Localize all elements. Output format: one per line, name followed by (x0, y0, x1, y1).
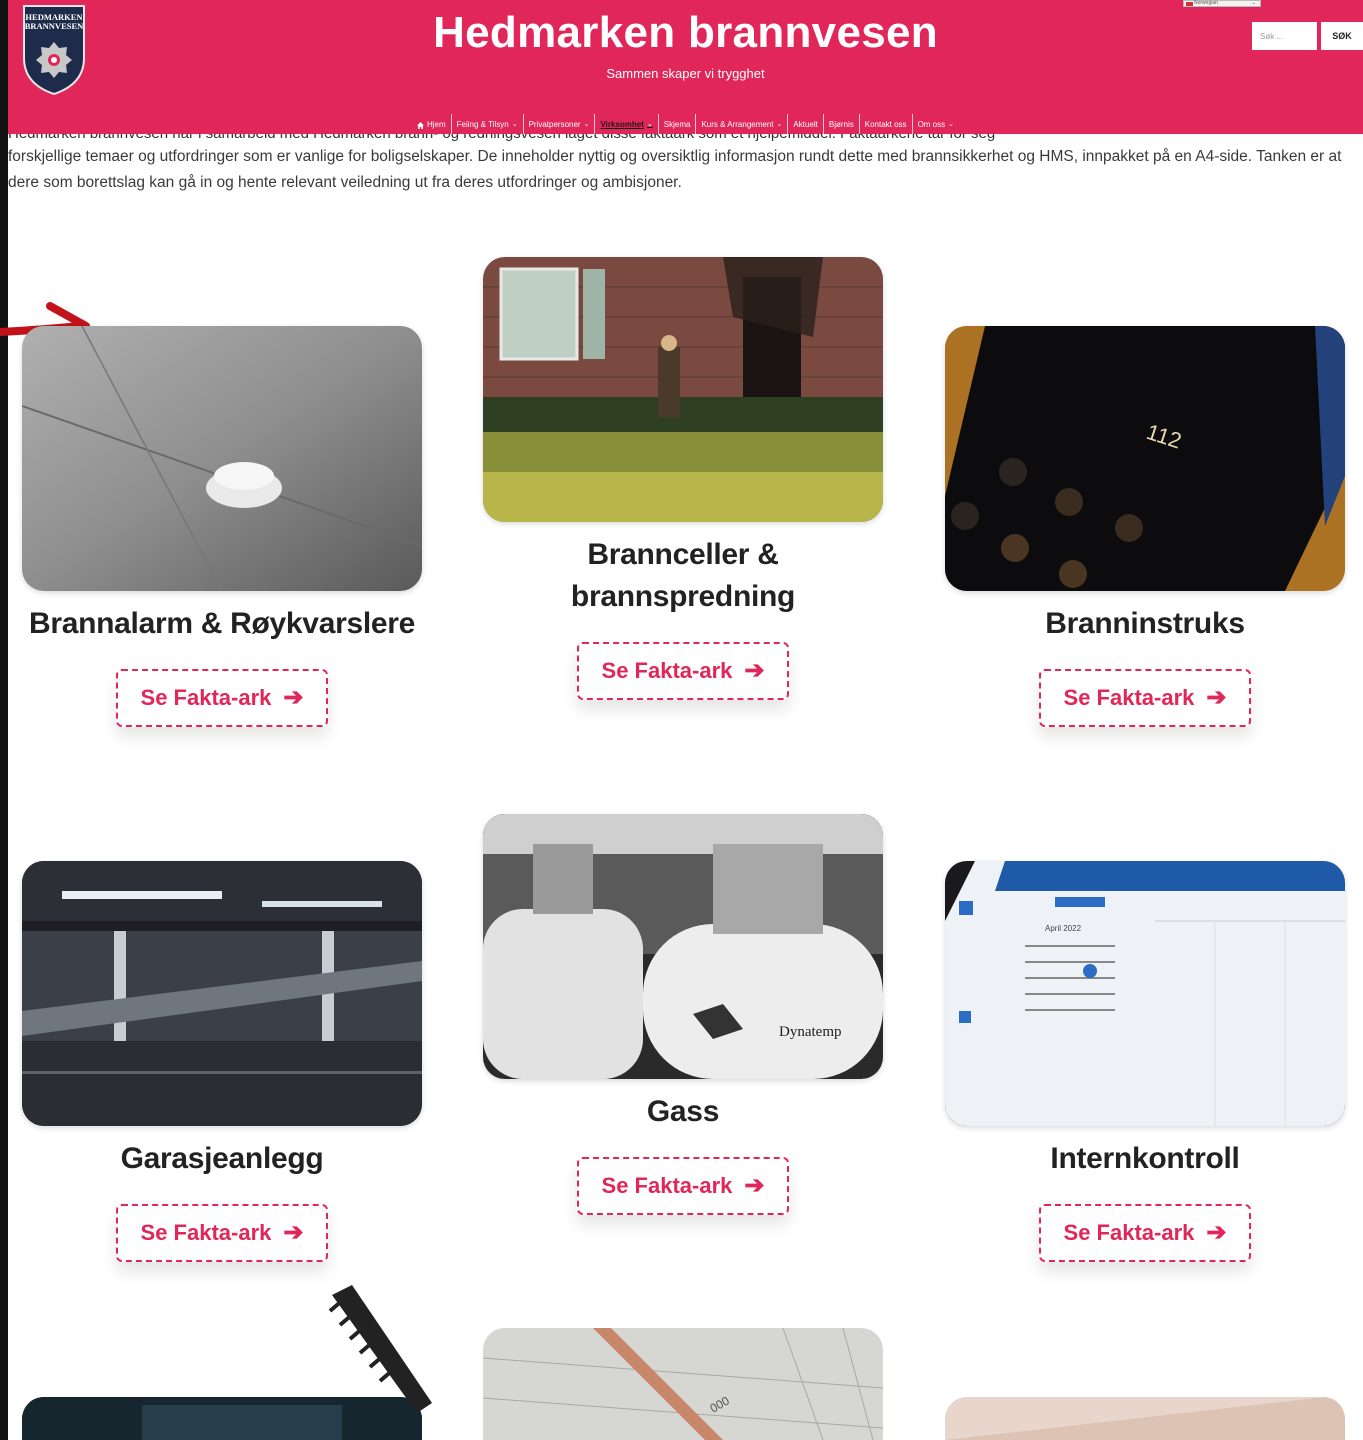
site-tagline: Sammen skaper vi trygghet (606, 66, 765, 81)
left-edge-bar (0, 0, 8, 1440)
card-title: Brannalarm & Røykvarslere (28, 607, 416, 640)
home-icon (416, 121, 424, 129)
card-partial-right-image[interactable] (945, 1397, 1345, 1440)
site-header: HEDMARKEN BRANNVESEN Hedmarken brannvese… (8, 0, 1363, 136)
card-internkontroll: April 2022 Internkontroll Se Fakta-ark ➔ (945, 861, 1345, 1262)
nav-item-label: Bjørnis (828, 120, 854, 129)
se-fakta-ark-button[interactable]: Se Fakta-ark ➔ (116, 669, 328, 727)
smoke-detector-image (22, 326, 422, 591)
chevron-down-icon: ⌄ (1251, 0, 1256, 6)
gas-cylinders-photo[interactable]: Dynatemp (483, 814, 883, 1079)
main-nav: Hjem Feiing & Tilsyn ⌄ Privatpersoner ⌄ Vi… (8, 114, 1363, 136)
nav-item-label: Aktuelt (793, 120, 818, 129)
card-partial-middle-image[interactable]: 000 (483, 1328, 883, 1440)
nav-item-label: Virksomhet (600, 120, 644, 129)
nav-item-bjornis[interactable]: Bjørnis (822, 114, 859, 136)
nav-item-virksomhet[interactable]: Virksomhet ⌄ (594, 114, 657, 136)
gas-cylinders-image: Dynatemp (483, 814, 883, 1079)
card-branninstruks: 112 Branninstruks Se Fakta-ark ➔ (945, 326, 1345, 727)
card-brannceller: Brannceller & brannspredning Se Fakta-ar… (483, 257, 883, 700)
chevron-down-icon: ⌄ (646, 121, 653, 128)
arrow-right-icon: ➔ (744, 657, 765, 684)
card-title: Branninstruks (1045, 607, 1245, 640)
burned-house-photo[interactable] (483, 257, 883, 522)
nav-item-skjema[interactable]: Skjema (657, 114, 696, 136)
language-selected: Norwegian (1194, 0, 1218, 6)
card-title: Internkontroll (1050, 1142, 1240, 1175)
search-input[interactable] (1252, 22, 1317, 50)
card-title: Garasjeanlegg (120, 1142, 324, 1175)
phone-112-image: 112 (945, 326, 1345, 591)
card-gass: Dynatemp Gass Se Fakta-ark ➔ (483, 814, 883, 1215)
card-garasjeanlegg: Garasjeanlegg Se Fakta-ark ➔ (22, 861, 422, 1262)
arrow-right-icon: ➔ (283, 684, 304, 711)
nav-item-kontakt-oss[interactable]: Kontakt oss (858, 114, 912, 136)
arrow-right-icon: ➔ (283, 1219, 304, 1246)
intro-cut-off-line: Hedmarken brannvesen har i samarbeid med… (8, 134, 1363, 142)
nav-item-aktuelt[interactable]: Aktuelt (787, 114, 822, 136)
site-title[interactable]: Hedmarken brannvesen (8, 8, 1363, 58)
se-fakta-ark-button[interactable]: Se Fakta-ark ➔ (1039, 669, 1251, 727)
nav-item-kurs-arrangement[interactable]: Kurs & Arrangement ⌄ (695, 114, 787, 136)
cylinder-label-text: Dynatemp (779, 1024, 841, 1040)
card-title: Gass (646, 1095, 720, 1128)
phone-112-photo[interactable]: 112 (945, 326, 1345, 591)
burned-house-image (483, 257, 883, 522)
nav-item-label: Kurs & Arrangement (701, 120, 774, 129)
nav-item-om-oss[interactable]: Om oss ⌄ (911, 114, 959, 136)
nav-item-label: Kontakt oss (864, 120, 907, 129)
nav-item-label: Skjema (663, 120, 691, 129)
calendar-screen-image: April 2022 (945, 861, 1345, 1126)
parking-garage-photo[interactable] (22, 861, 422, 1126)
intro-text: forskjellige temaer og utfordringer som … (8, 148, 1342, 191)
se-fakta-ark-button[interactable]: Se Fakta-ark ➔ (577, 642, 789, 700)
chevron-down-icon: ⌄ (511, 121, 518, 128)
se-fakta-ark-button[interactable]: Se Fakta-ark ➔ (116, 1204, 328, 1262)
nav-item-feiing-tilsyn[interactable]: Feiing & Tilsyn ⌄ (450, 114, 523, 136)
nav-item-label: Feiing & Tilsyn (456, 120, 509, 129)
arrow-right-icon: ➔ (744, 1172, 765, 1199)
se-fakta-ark-button[interactable]: Se Fakta-ark ➔ (1039, 1204, 1251, 1262)
se-fakta-ark-button[interactable]: Se Fakta-ark ➔ (577, 1157, 789, 1215)
nav-item-label: Om oss (917, 120, 946, 129)
card-title: Brannceller & brannspredning (570, 538, 796, 613)
nav-item-label: Hjem (426, 120, 446, 129)
search-button[interactable]: SØK (1321, 22, 1363, 50)
chevron-down-icon: ⌄ (948, 121, 954, 128)
nav-item-privatpersoner[interactable]: Privatpersoner ⌄ (522, 114, 595, 136)
smoke-detector-photo[interactable] (22, 326, 422, 591)
nav-item-hjem[interactable]: Hjem (412, 114, 451, 136)
card-brannalarm: Brannalarm & Røykvarslere Se Fakta-ark ➔ (22, 326, 422, 727)
parking-garage-image (22, 861, 422, 1126)
comb-sticker-icon (328, 1285, 432, 1413)
chevron-down-icon: ⌄ (583, 121, 590, 128)
nav-item-label: Privatpersoner (528, 120, 581, 129)
calendar-screen-photo[interactable]: April 2022 (945, 861, 1345, 1126)
arrow-right-icon: ➔ (1206, 1219, 1227, 1246)
calendar-month-text: April 2022 (1045, 924, 1082, 933)
flag-icon (1186, 2, 1193, 6)
language-select[interactable]: Norwegian ⌄ (1183, 0, 1261, 7)
chevron-down-icon: ⌄ (776, 121, 783, 128)
arrow-right-icon: ➔ (1206, 684, 1227, 711)
